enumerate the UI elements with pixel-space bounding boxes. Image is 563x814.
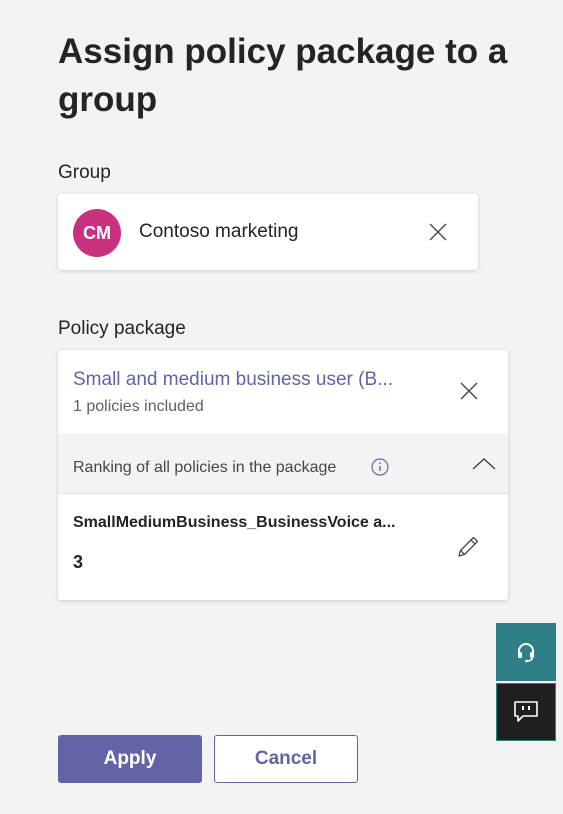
avatar-initials: CM bbox=[83, 222, 111, 243]
policy-rank: 3 bbox=[73, 552, 84, 572]
policy-package-card: Small and medium business user (B... 1 p… bbox=[58, 350, 508, 600]
list-item: SmallMediumBusiness_BusinessVoice a... 3 bbox=[58, 494, 508, 600]
close-icon bbox=[460, 382, 478, 400]
group-label: Group bbox=[58, 162, 111, 183]
apply-button[interactable]: Apply bbox=[58, 735, 202, 783]
group-name: Contoso marketing bbox=[139, 221, 299, 242]
policy-package-header: Small and medium business user (B... 1 p… bbox=[58, 350, 508, 434]
ranking-title: Ranking of all policies in the package bbox=[73, 459, 337, 476]
feedback-button[interactable] bbox=[496, 683, 556, 741]
info-icon[interactable] bbox=[371, 458, 389, 476]
group-selection-card: CM Contoso marketing bbox=[58, 194, 478, 270]
close-icon bbox=[429, 223, 447, 241]
avatar: CM bbox=[73, 209, 121, 257]
policy-name: SmallMediumBusiness_BusinessVoice a... bbox=[73, 514, 396, 531]
pencil-icon bbox=[458, 536, 479, 557]
remove-group-button[interactable] bbox=[424, 218, 452, 246]
edit-policy-button[interactable] bbox=[453, 532, 483, 562]
headset-icon bbox=[518, 643, 534, 663]
cancel-button[interactable]: Cancel bbox=[214, 735, 358, 783]
collapse-ranking-button[interactable] bbox=[470, 450, 498, 478]
chevron-up-icon bbox=[472, 458, 496, 470]
policy-package-name[interactable]: Small and medium business user (B... bbox=[73, 369, 433, 391]
page-title: Assign policy package to a group bbox=[58, 32, 508, 119]
remove-package-button[interactable] bbox=[455, 377, 483, 405]
assign-policy-package-dialog: Assign policy package to a group Group C… bbox=[0, 0, 563, 814]
ranking-section-header[interactable]: Ranking of all policies in the package bbox=[58, 434, 508, 494]
policy-count: 1 policies included bbox=[73, 398, 204, 415]
help-button[interactable] bbox=[496, 623, 556, 681]
feedback-icon bbox=[514, 701, 538, 722]
policy-package-label: Policy package bbox=[58, 318, 186, 339]
